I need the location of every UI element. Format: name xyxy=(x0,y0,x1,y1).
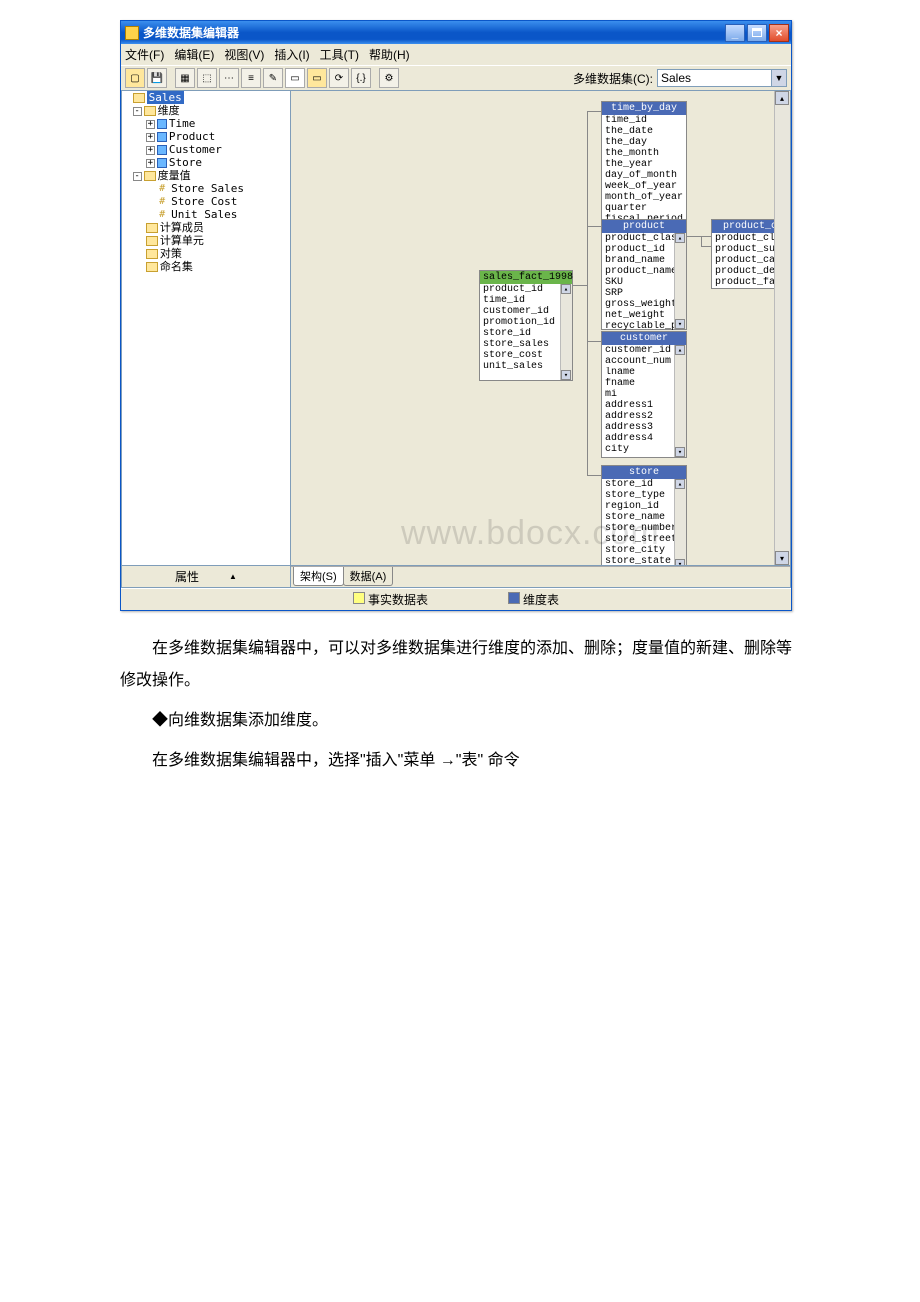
tab-schema[interactable]: 架构(S) xyxy=(293,567,344,586)
dropdown-icon[interactable]: ▼ xyxy=(771,70,786,86)
table-product[interactable]: product product_class_id product_id bran… xyxy=(601,219,687,330)
tree-calc-member[interactable]: 计算成员 xyxy=(122,221,290,234)
connector xyxy=(701,246,711,247)
legend-fact-icon xyxy=(353,592,365,604)
cube-selector-label: 多维数据集(C): xyxy=(573,70,653,87)
tb-save[interactable]: 💾 xyxy=(147,68,167,88)
paragraph: 在多维数据集编辑器中，可以对多维数据集进行维度的添加、删除；度量值的新建、删除等… xyxy=(120,633,800,697)
tree-meas-1[interactable]: Store Sales xyxy=(122,182,290,195)
tb-9[interactable]: ▭ xyxy=(307,68,327,88)
mini-scroll[interactable]: ▴▾ xyxy=(674,479,686,566)
tb-3[interactable]: ▦ xyxy=(175,68,195,88)
tb-12[interactable]: ⚙ xyxy=(379,68,399,88)
tree-meas-3[interactable]: Unit Sales xyxy=(122,208,290,221)
tree-strategy[interactable]: 对策 xyxy=(122,247,290,260)
tb-11[interactable]: {.} xyxy=(351,68,371,88)
vscrollbar[interactable]: ▴ ▾ xyxy=(774,91,790,565)
connector xyxy=(587,341,601,342)
cube-selector[interactable]: Sales ▼ xyxy=(657,69,787,87)
chevron-up-icon: ▲ xyxy=(229,572,237,581)
table-header: product xyxy=(602,220,686,233)
tree-dim-group[interactable]: -维度 xyxy=(122,104,290,117)
tree-namedset[interactable]: 命名集 xyxy=(122,260,290,273)
maximize-button[interactable] xyxy=(747,24,767,42)
diagram-pane[interactable]: sales_fact_1998 product_id time_id custo… xyxy=(291,90,791,566)
connector xyxy=(587,111,588,475)
window-title: 多维数据集编辑器 xyxy=(143,24,239,41)
connector xyxy=(587,475,601,476)
paragraph: 在多维数据集编辑器中，选择"插入"菜单 →"表" 命令 xyxy=(120,745,800,777)
mini-scroll[interactable]: ▴▾ xyxy=(674,345,686,457)
menu-help[interactable]: 帮助(H) xyxy=(369,46,410,63)
app-body: Sales -维度 +Time +Product +Customer +Stor… xyxy=(121,90,791,566)
connector xyxy=(587,111,601,112)
tb-7[interactable]: ✎ xyxy=(263,68,283,88)
properties-button[interactable]: 属性 ▲ xyxy=(121,566,291,588)
minimize-button[interactable]: _ xyxy=(725,24,745,42)
scroll-down-icon[interactable]: ▾ xyxy=(775,551,789,565)
mini-scroll[interactable]: ▴▾ xyxy=(674,233,686,329)
tab-data[interactable]: 数据(A) xyxy=(343,567,394,586)
connector xyxy=(687,236,711,237)
tb-4[interactable]: ⬚ xyxy=(197,68,217,88)
close-button[interactable]: × xyxy=(769,24,789,42)
mini-scroll[interactable]: ▴▾ xyxy=(560,284,572,380)
bottom-bar: 属性 ▲ 架构(S) 数据(A) xyxy=(121,566,791,588)
table-header: store xyxy=(602,466,686,479)
menu-tool[interactable]: 工具(T) xyxy=(320,46,359,63)
connector xyxy=(587,226,601,227)
menu-view[interactable]: 视图(V) xyxy=(224,46,264,63)
table-store[interactable]: store store_id store_type region_id stor… xyxy=(601,465,687,566)
connector xyxy=(701,236,702,246)
table-header: time_by_day xyxy=(602,102,686,115)
tb-6[interactable]: ≡ xyxy=(241,68,261,88)
tree-panel[interactable]: Sales -维度 +Time +Product +Customer +Stor… xyxy=(121,90,291,566)
table-header: customer xyxy=(602,332,686,345)
tree-meas-group[interactable]: -度量值 xyxy=(122,169,290,182)
menu-insert[interactable]: 插入(I) xyxy=(274,46,309,63)
menu-file[interactable]: 文件(F) xyxy=(125,46,164,63)
doc-text: 在多维数据集编辑器中，可以对多维数据集进行维度的添加、删除；度量值的新建、删除等… xyxy=(120,633,800,777)
toolbar: ▢ 💾 ▦ ⬚ ⋯ ≡ ✎ ▭ ▭ ⟳ {.} ⚙ 多维数据集(C): Sale… xyxy=(121,65,791,90)
table-fact[interactable]: sales_fact_1998 product_id time_id custo… xyxy=(479,270,573,381)
table-customer[interactable]: customer customer_id account_num lname f… xyxy=(601,331,687,458)
tree-dim-store[interactable]: +Store xyxy=(122,156,290,169)
tb-8[interactable]: ▭ xyxy=(285,68,305,88)
tree-root[interactable]: Sales xyxy=(122,91,290,104)
legend: 事实数据表 维度表 xyxy=(121,588,791,610)
table-header: sales_fact_1998 xyxy=(480,271,572,284)
menu-bar: 文件(F) 编辑(E) 视图(V) 插入(I) 工具(T) 帮助(H) xyxy=(121,44,791,65)
tb-5[interactable]: ⋯ xyxy=(219,68,239,88)
tb-10[interactable]: ⟳ xyxy=(329,68,349,88)
paragraph: ◆向维数据集添加维度。 xyxy=(120,705,800,737)
tree-dim-product[interactable]: +Product xyxy=(122,130,290,143)
tree-meas-2[interactable]: Store Cost xyxy=(122,195,290,208)
menu-edit[interactable]: 编辑(E) xyxy=(174,46,214,63)
connector xyxy=(573,285,587,286)
tree-calc-unit[interactable]: 计算单元 xyxy=(122,234,290,247)
cube-editor-window: 多维数据集编辑器 _ × 文件(F) 编辑(E) 视图(V) 插入(I) 工具(… xyxy=(120,20,792,611)
tree-dim-time[interactable]: +Time xyxy=(122,117,290,130)
app-icon xyxy=(125,26,139,40)
legend-dim-icon xyxy=(508,592,520,604)
tree-dim-customer[interactable]: +Customer xyxy=(122,143,290,156)
title-bar[interactable]: 多维数据集编辑器 _ × xyxy=(121,21,791,44)
tb-new[interactable]: ▢ xyxy=(125,68,145,88)
cube-selector-value: Sales xyxy=(661,71,691,85)
scroll-up-icon[interactable]: ▴ xyxy=(775,91,789,105)
table-time[interactable]: time_by_day time_id the_date the_day the… xyxy=(601,101,687,226)
